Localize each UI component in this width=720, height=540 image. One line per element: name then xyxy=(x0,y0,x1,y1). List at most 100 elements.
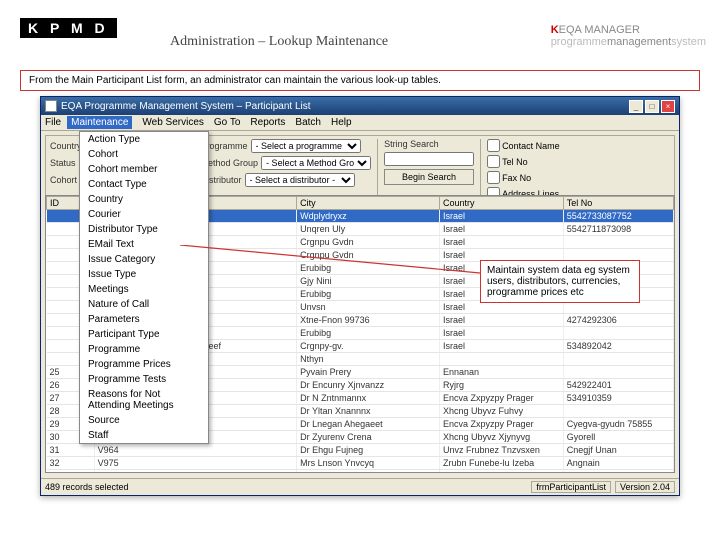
cell-city: Crgnpu Gvdn xyxy=(297,249,440,262)
brand-system: system xyxy=(671,36,706,48)
menuitem-programme[interactable]: Programme xyxy=(80,342,208,357)
cell-city: Dr Zyurenv Crena xyxy=(297,431,440,444)
country-label: Country xyxy=(50,141,82,151)
cell-tel: Cyegva-gyudn 75855 xyxy=(563,418,673,431)
cell-tel: Angnain xyxy=(563,457,673,470)
search-input[interactable] xyxy=(384,152,474,166)
cell-id: 31 xyxy=(47,444,95,457)
cell-city: Gjy Nini xyxy=(297,275,440,288)
menuitem-programme-prices[interactable]: Programme Prices xyxy=(80,357,208,372)
menuitem-courier[interactable]: Courier xyxy=(80,207,208,222)
cell-city: Dr Encunry Xjnvanzz xyxy=(297,379,440,392)
menuitem-cohort-member[interactable]: Cohort member xyxy=(80,162,208,177)
menuitem-source[interactable]: Source xyxy=(80,413,208,428)
status-tab: frmParticipantList xyxy=(531,481,611,493)
chk-tel[interactable] xyxy=(487,155,500,168)
begin-search-button[interactable]: Begin Search xyxy=(384,169,474,185)
brand-tagline: KEQA MANAGER programmemanagementsystem xyxy=(551,24,706,48)
menuitem-distributor-type[interactable]: Distributor Type xyxy=(80,222,208,237)
page-title: Administration – Lookup Maintenance xyxy=(170,34,388,50)
menu-file[interactable]: File xyxy=(45,117,61,128)
maximize-button[interactable]: □ xyxy=(645,100,659,113)
cell-country: Israel xyxy=(440,327,564,340)
cell-tel: 534892042 xyxy=(563,340,673,353)
cell-city: Dr Gvvln Leszvnah xyxy=(297,470,440,474)
menuitem-cohort[interactable]: Cohort xyxy=(80,147,208,162)
string-search-label: String Search xyxy=(384,139,474,149)
close-button[interactable]: × xyxy=(661,100,675,113)
cell-city: Mrs Lnson Ynvcyq xyxy=(297,457,440,470)
menuitem-nature-of-call[interactable]: Nature of Call xyxy=(80,297,208,312)
cell-country: Xhcng Ubyvz Xjynyvg xyxy=(440,431,564,444)
logo: K P M D xyxy=(20,18,117,38)
chk-fax-label: Fax No xyxy=(502,173,531,183)
cell-tel xyxy=(563,327,673,340)
cell-tel: Cnegjf Unan xyxy=(563,444,673,457)
cell-tel: 4274292306 xyxy=(563,314,673,327)
cell-tel: Xtar-Fnba 39656 xyxy=(563,470,673,474)
chk-tel-label: Tel No xyxy=(502,157,528,167)
cell-city: Erubibg xyxy=(297,262,440,275)
menuitem-issue-type[interactable]: Issue Type xyxy=(80,267,208,282)
cell-tel xyxy=(563,366,673,379)
menubar: File Maintenance Web Services Go To Reports B… xyxy=(41,115,679,131)
menu-batch[interactable]: Batch xyxy=(295,117,321,128)
programme-select[interactable]: - Select a programme - xyxy=(251,139,361,153)
methodgroup-select[interactable]: - Select a Method Group - xyxy=(261,156,371,170)
menuitem-reasons-for-not-attending-meetings[interactable]: Reasons for Not Attending Meetings xyxy=(80,387,208,413)
col-city[interactable]: City xyxy=(297,197,440,210)
chk-contact[interactable] xyxy=(487,139,500,152)
col-tel-no[interactable]: Tel No xyxy=(563,197,673,210)
table-row[interactable]: 32V975Mrs Lnson YnvcyqZrubn Funebe-lu Iz… xyxy=(47,457,674,470)
cell-country xyxy=(440,353,564,366)
cell-country: Ennanan xyxy=(440,366,564,379)
cell-city: Dr Yltan Xnannnx xyxy=(297,405,440,418)
menuitem-participant-type[interactable]: Participant Type xyxy=(80,327,208,342)
col-country[interactable]: Country xyxy=(440,197,564,210)
cell-country: Pibcim Ublcvgny xyxy=(440,470,564,474)
cell-tel xyxy=(563,236,673,249)
chk-contact-label: Contact Name xyxy=(502,141,560,151)
cell-country: Ryjrg xyxy=(440,379,564,392)
cell-country: Zrubn Funebe-lu Izeba xyxy=(440,457,564,470)
methodgroup-label: Method Group xyxy=(201,158,259,168)
menu-reports[interactable]: Reports xyxy=(250,117,285,128)
cell-country: Israel xyxy=(440,210,564,223)
table-row[interactable]: 31V964Dr Ehgu FujnegUnvz Frubnez Tnzvsxe… xyxy=(47,444,674,457)
statusbar: 489 records selected frmParticipantList … xyxy=(41,478,679,495)
menuitem-email-text[interactable]: EMail Text xyxy=(80,237,208,252)
table-row[interactable]: 33V976Dr Gvvln LeszvnahPibcim UblcvgnyXt… xyxy=(47,470,674,474)
cell-id: 32 xyxy=(47,457,95,470)
menuitem-contact-type[interactable]: Contact Type xyxy=(80,177,208,192)
menuitem-issue-category[interactable]: Issue Category xyxy=(80,252,208,267)
menuitem-programme-tests[interactable]: Programme Tests xyxy=(80,372,208,387)
cell-hospital: V975 xyxy=(94,457,296,470)
menuitem-staff[interactable]: Staff xyxy=(80,428,208,443)
menuitem-action-type[interactable]: Action Type xyxy=(80,132,208,147)
minimize-button[interactable]: _ xyxy=(629,100,643,113)
menu-web-services[interactable]: Web Services xyxy=(142,117,204,128)
chk-fax[interactable] xyxy=(487,171,500,184)
cell-city: Dr N Zntnmannx xyxy=(297,392,440,405)
window-title: EQA Programme Management System – Partic… xyxy=(61,101,311,112)
menuitem-country[interactable]: Country xyxy=(80,192,208,207)
menuitem-parameters[interactable]: Parameters xyxy=(80,312,208,327)
cell-city: Nthyn xyxy=(297,353,440,366)
brand-management: management xyxy=(607,36,671,48)
cell-tel: 534910359 xyxy=(563,392,673,405)
menu-go-to[interactable]: Go To xyxy=(214,117,241,128)
cell-city: Erubibg xyxy=(297,288,440,301)
cell-country: Unvz Frubnez Tnzvsxen xyxy=(440,444,564,457)
cell-city: Erubibg xyxy=(297,327,440,340)
version-label: Version 2.04 xyxy=(615,481,675,493)
cell-country: Israel xyxy=(440,340,564,353)
cell-city: Wdplydryxz xyxy=(297,210,440,223)
cell-city: Dr Lnegan Ahegaeet xyxy=(297,418,440,431)
menuitem-meetings[interactable]: Meetings xyxy=(80,282,208,297)
distributor-select[interactable]: - Select a distributor - xyxy=(245,173,355,187)
cell-country: Encva Zxpyzpy Prager xyxy=(440,418,564,431)
cell-city: Crgnpu Gvdn xyxy=(297,236,440,249)
menu-maintenance[interactable]: Maintenance xyxy=(67,116,132,129)
menu-help[interactable]: Help xyxy=(331,117,352,128)
cell-country: Israel xyxy=(440,223,564,236)
